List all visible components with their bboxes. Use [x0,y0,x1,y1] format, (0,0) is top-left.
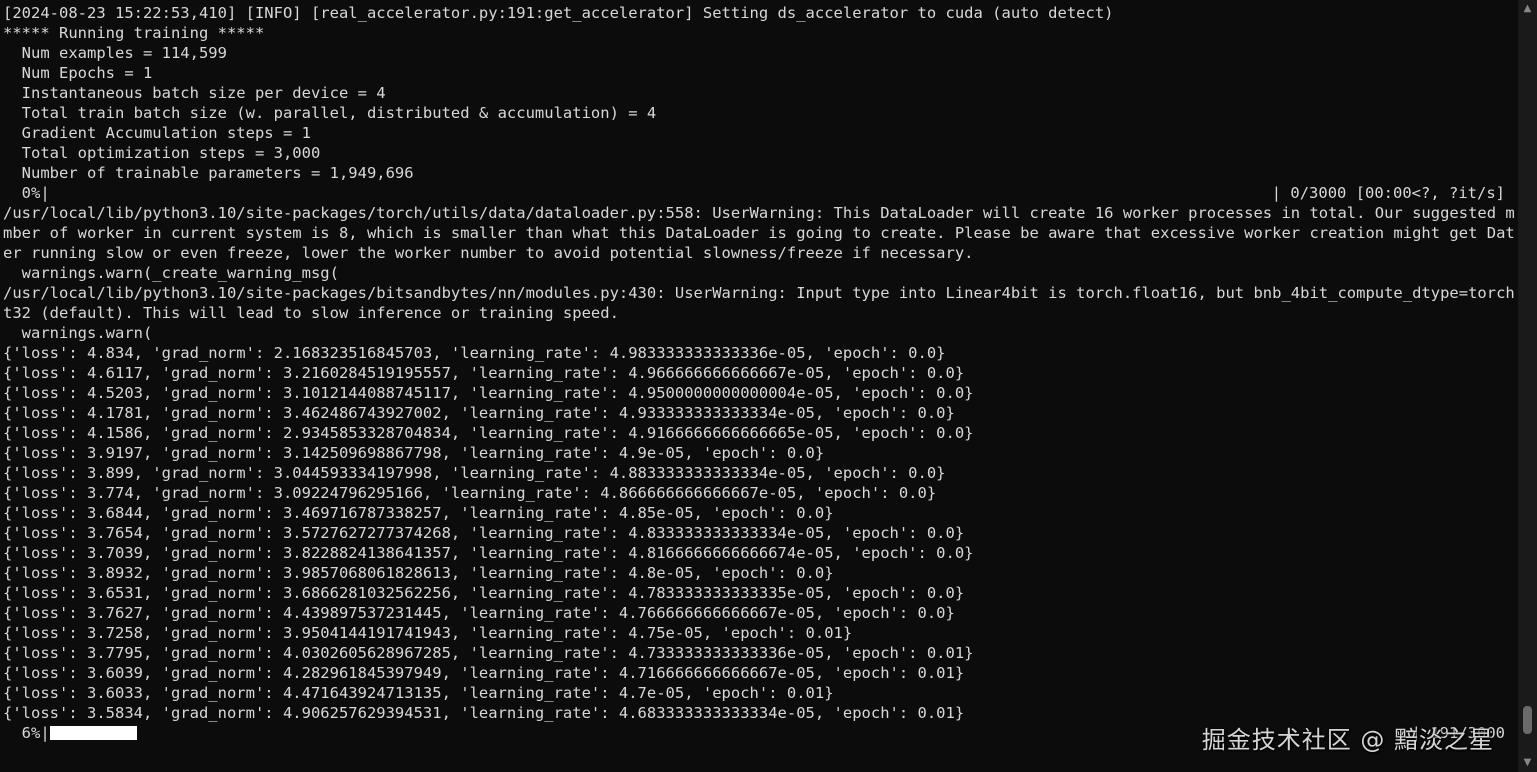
progress-start-percent: 0%| [3,184,50,202]
log-line: {'loss': 4.1781, 'grad_norm': 3.46248674… [3,404,955,422]
log-line: {'loss': 3.774, 'grad_norm': 3.092247962… [3,484,937,502]
warning-line: warnings.warn(_create_warning_msg( [3,264,339,282]
terminal-window[interactable]: [2024-08-23 15:22:53,410] [INFO] [real_a… [0,0,1518,772]
log-line: {'loss': 3.899, 'grad_norm': 3.044593334… [3,464,946,482]
terminal-bottom-padding [0,758,1518,772]
log-line: {'loss': 4.1586, 'grad_norm': 2.93458533… [3,424,974,442]
log-line: {'loss': 3.8932, 'grad_norm': 3.98570680… [3,564,834,582]
terminal-line: ***** Running training ***** [3,24,265,42]
terminal-line: Num examples = 114,599 [3,44,227,62]
log-line: {'loss': 3.6531, 'grad_norm': 3.68662810… [3,584,965,602]
progress-current-percent: 6%| [3,724,50,742]
warning-line: t32 (default). This will lead to slow in… [3,304,619,322]
log-line: {'loss': 3.7795, 'grad_norm': 4.03026056… [3,644,974,662]
progress-start-line: 0%| | 0/3000 [00:00<?, ?it/s] [3,183,1515,203]
progress-start-status: | 0/3000 [00:00<?, ?it/s] [1271,184,1505,202]
warning-line: /usr/local/lib/python3.10/site-packages/… [3,204,1515,222]
terminal-line: Gradient Accumulation steps = 1 [3,124,311,142]
log-line: {'loss': 3.6844, 'grad_norm': 3.46971678… [3,504,834,522]
scroll-up-arrow-icon[interactable]: ▲ [1518,0,1537,18]
warning-line: er running slow or even freeze, lower th… [3,244,974,262]
warning-line: warnings.warn( [3,324,153,342]
log-line: {'loss': 3.7627, 'grad_norm': 4.43989753… [3,604,955,622]
log-line: {'loss': 3.7039, 'grad_norm': 3.82288241… [3,544,974,562]
log-line: {'loss': 3.7258, 'grad_norm': 3.95041441… [3,624,853,642]
terminal-line: Num Epochs = 1 [3,64,153,82]
log-line: {'loss': 3.6039, 'grad_norm': 4.28296184… [3,664,965,682]
log-block: {'loss': 4.834, 'grad_norm': 2.168323516… [3,343,1515,723]
terminal-line: Number of trainable parameters = 1,949,6… [3,164,414,182]
log-line: {'loss': 4.834, 'grad_norm': 2.168323516… [3,344,946,362]
vertical-scrollbar[interactable]: ▲ ▼ [1518,0,1537,772]
terminal-line: Instantaneous batch size per device = 4 [3,84,386,102]
terminal-output: [2024-08-23 15:22:53,410] [INFO] [real_a… [3,3,1515,743]
log-line: {'loss': 4.6117, 'grad_norm': 3.21602845… [3,364,965,382]
scrollbar-thumb[interactable] [1523,706,1532,734]
log-line: {'loss': 4.5203, 'grad_norm': 3.10121440… [3,384,974,402]
scroll-down-arrow-icon[interactable]: ▼ [1518,754,1537,772]
terminal-line: Total optimization steps = 3,000 [3,144,321,162]
warning-line: /usr/local/lib/python3.10/site-packages/… [3,284,1515,302]
warning-line: mber of worker in current system is 8, w… [3,224,1515,242]
log-line: {'loss': 3.9197, 'grad_norm': 3.14250969… [3,444,825,462]
log-line: {'loss': 3.6033, 'grad_norm': 4.47164392… [3,684,834,702]
progress-bar-fill [50,726,137,740]
warning-block: /usr/local/lib/python3.10/site-packages/… [3,203,1515,343]
terminal-line: [2024-08-23 15:22:53,410] [INFO] [real_a… [3,4,1114,22]
header-block: [2024-08-23 15:22:53,410] [INFO] [real_a… [3,3,1515,183]
watermark: 掘金技术社区 @ 黯淡之星 [1201,726,1494,754]
log-line: {'loss': 3.7654, 'grad_norm': 3.57276272… [3,524,965,542]
terminal-line: Total train batch size (w. parallel, dis… [3,104,657,122]
